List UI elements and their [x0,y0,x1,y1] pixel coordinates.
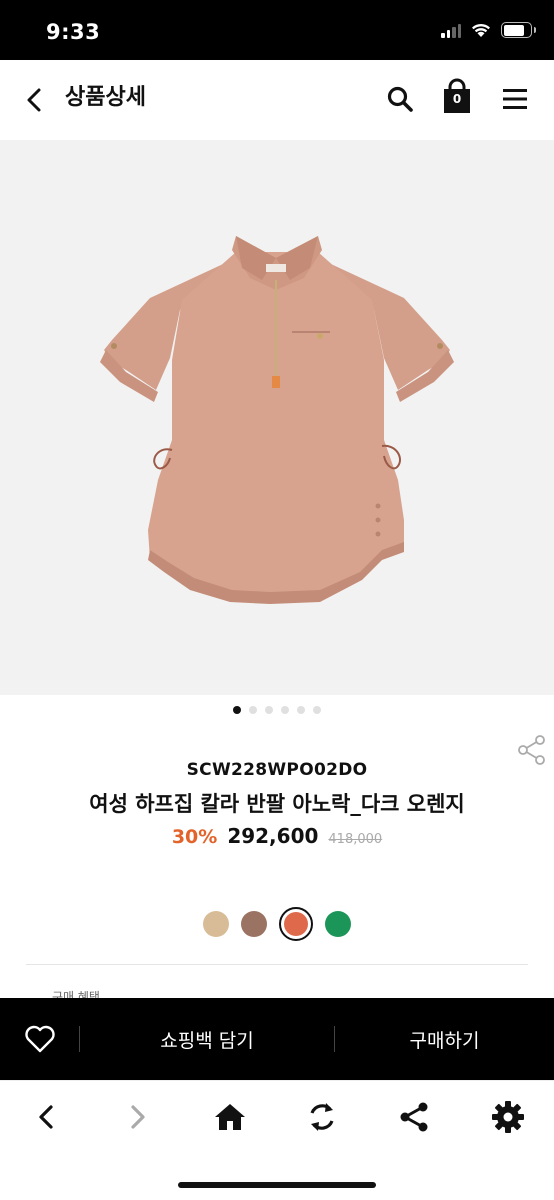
refresh-icon [310,1103,334,1131]
carousel-dot[interactable] [313,706,321,714]
page-title: 상품상세 [65,85,146,110]
divider [26,964,528,965]
chevron-left-icon [39,1105,53,1129]
status-icons [441,22,536,38]
action-bar: 쇼핑백 담기 구매하기 [0,998,554,1080]
home-button[interactable] [208,1095,252,1139]
search-icon [387,86,413,112]
buy-now-button[interactable]: 구매하기 [335,998,554,1080]
carousel-dot[interactable] [265,706,273,714]
heart-icon [25,1025,55,1053]
browser-back-button[interactable] [24,1095,68,1139]
add-to-cart-button[interactable]: 쇼핑백 담기 [80,998,334,1080]
wishlist-button[interactable] [20,1022,60,1056]
color-swatch-brown[interactable] [241,911,267,937]
share-icon [400,1102,428,1132]
bag-count-badge: 0 [452,92,462,106]
header: 상품상세 0 [0,60,554,140]
wifi-icon [472,23,490,37]
color-swatch-green[interactable] [325,911,351,937]
product-name: 여성 하프집 칼라 반팔 아노락_다크 오렌지 [89,792,465,816]
back-button[interactable] [18,84,50,116]
browser-share-button[interactable] [392,1095,436,1139]
home-icon [215,1104,245,1130]
section-peek-text: 구매 혜택 [52,990,100,998]
anorak-shirt-image [100,236,454,604]
chevron-left-icon [27,88,41,112]
color-swatch-beige[interactable] [203,911,229,937]
carousel-dot[interactable] [249,706,257,714]
sale-price: 292,600 [227,824,319,848]
chevron-right-icon [131,1105,145,1129]
refresh-button[interactable] [300,1095,344,1139]
home-indicator [178,1182,376,1188]
product-image[interactable] [0,140,554,695]
status-time: 9:33 [46,20,101,44]
settings-button[interactable] [486,1095,530,1139]
battery-icon [501,22,536,38]
carousel-dot[interactable] [297,706,305,714]
hamburger-menu-icon [503,89,527,109]
price-row: 30% 292,600 418,000 [0,824,554,848]
browser-forward-button[interactable] [116,1095,160,1139]
product-code: SCW228WPO02DO [186,760,368,780]
carousel-dot[interactable] [281,706,289,714]
carousel-dot[interactable] [233,706,241,714]
gear-icon [492,1101,524,1133]
menu-button[interactable] [498,82,532,116]
status-bar: 9:33 [0,0,554,60]
original-price: 418,000 [328,832,383,847]
carousel-dots [0,706,554,714]
color-swatch-dark-orange[interactable] [279,907,313,941]
search-button[interactable] [383,82,417,116]
shopping-bag-button[interactable]: 0 [440,78,474,116]
discount-rate: 30% [171,826,218,848]
color-swatches [0,907,554,941]
signal-icon [441,22,461,38]
